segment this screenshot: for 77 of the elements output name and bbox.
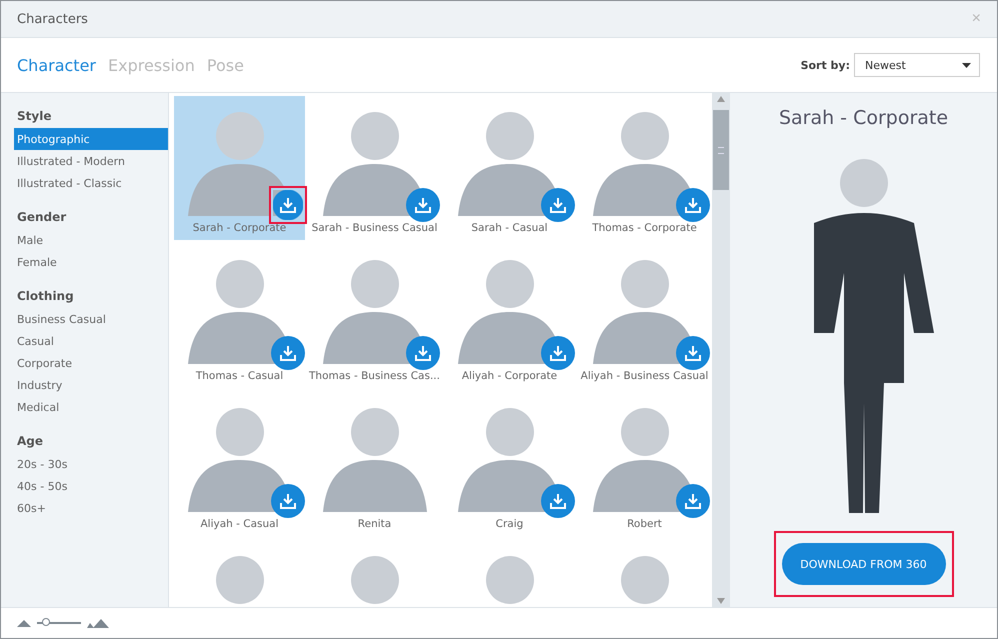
filter-heading: Age bbox=[16, 433, 44, 450]
sort-label: Sort by: bbox=[800, 58, 850, 72]
filter-item[interactable]: Casual bbox=[1, 330, 168, 352]
filter-heading: Gender bbox=[16, 209, 68, 226]
download-icon bbox=[550, 197, 566, 213]
character-card[interactable]: Sarah - Business Casual bbox=[309, 96, 440, 240]
filter-heading: Style bbox=[16, 108, 52, 125]
filter-item[interactable]: Business Casual bbox=[1, 308, 168, 330]
character-name: Aliyah - Corporate bbox=[462, 370, 558, 382]
slider-thumb[interactable] bbox=[42, 618, 50, 626]
character-card[interactable]: Sarah - Casual bbox=[444, 96, 575, 240]
download-icon bbox=[550, 345, 566, 361]
download-button[interactable] bbox=[676, 336, 710, 370]
filter-item[interactable]: 20s - 30s bbox=[1, 453, 168, 475]
scroll-down-icon[interactable] bbox=[717, 598, 725, 604]
filter-item[interactable]: Medical bbox=[1, 396, 168, 418]
download-icon bbox=[685, 345, 701, 361]
filter-item[interactable]: Photographic bbox=[14, 128, 168, 150]
download-button[interactable] bbox=[271, 336, 305, 370]
filter-item[interactable]: Female bbox=[1, 251, 168, 273]
small-mountain-icon bbox=[17, 620, 31, 626]
filter-item[interactable]: 40s - 50s bbox=[1, 475, 168, 497]
character-card[interactable]: Thomas - Corporate bbox=[579, 96, 710, 240]
download-icon bbox=[280, 345, 296, 361]
character-name: Renita bbox=[358, 518, 392, 530]
download-icon bbox=[685, 493, 701, 509]
filter-item[interactable]: 60s+ bbox=[1, 497, 168, 519]
download-button[interactable] bbox=[541, 188, 575, 222]
filter-item[interactable]: Illustrated - Modern bbox=[1, 150, 168, 172]
character-card[interactable]: Craig bbox=[444, 392, 575, 536]
character-card[interactable]: Aliyah - Casual bbox=[174, 392, 305, 536]
preview-title: Sarah - Corporate bbox=[778, 107, 948, 129]
download-button[interactable] bbox=[541, 336, 575, 370]
character-card[interactable]: Robert bbox=[579, 392, 710, 536]
character-card[interactable]: Aliyah - Corporate bbox=[444, 244, 575, 388]
scrollbar-thumb[interactable] bbox=[713, 110, 729, 190]
character-card[interactable]: Thomas - Casual bbox=[174, 244, 305, 388]
download-icon bbox=[685, 197, 701, 213]
character-name: Sarah - Business Casual bbox=[312, 222, 438, 234]
filter-heading: Clothing bbox=[16, 288, 75, 305]
filter-item[interactable]: Illustrated - Classic bbox=[1, 172, 168, 194]
character-card[interactable]: Renita bbox=[309, 392, 440, 536]
character-name: Thomas - Corporate bbox=[592, 222, 697, 234]
download-button[interactable] bbox=[541, 484, 575, 518]
character-name: Sarah - Casual bbox=[471, 222, 548, 234]
character-card[interactable]: Aliyah - Business Casual bbox=[579, 244, 710, 388]
window-title: Characters bbox=[17, 12, 88, 26]
download-icon bbox=[415, 345, 431, 361]
character-name: Thomas - Business Cas... bbox=[309, 370, 440, 382]
character-name: Craig bbox=[496, 518, 524, 530]
character-name: Aliyah - Business Casual bbox=[580, 370, 708, 382]
download-button[interactable] bbox=[676, 484, 710, 518]
scrollbar[interactable] bbox=[712, 93, 730, 607]
download-button[interactable] bbox=[406, 336, 440, 370]
download-button[interactable] bbox=[271, 188, 305, 222]
download-icon bbox=[415, 197, 431, 213]
download-button[interactable] bbox=[271, 484, 305, 518]
filter-item[interactable]: Male bbox=[1, 229, 168, 251]
filter-item[interactable]: Industry bbox=[1, 374, 168, 396]
scroll-up-icon[interactable] bbox=[717, 96, 725, 102]
character-card[interactable]: Thomas - Business Cas... bbox=[309, 244, 440, 388]
download-button[interactable] bbox=[676, 188, 710, 222]
download-button[interactable] bbox=[406, 188, 440, 222]
character-name: Thomas - Casual bbox=[196, 370, 284, 382]
caret-icon bbox=[962, 62, 971, 68]
download-from-360-button[interactable]: DOWNLOAD FROM 360 bbox=[782, 543, 946, 585]
tab[interactable]: Character bbox=[17, 56, 96, 74]
download-icon bbox=[280, 493, 296, 509]
filter-item[interactable]: Corporate bbox=[1, 352, 168, 374]
character-name: Sarah - Corporate bbox=[192, 222, 286, 234]
download-icon bbox=[550, 493, 566, 509]
character-name: Aliyah - Casual bbox=[200, 518, 279, 530]
sort-dropdown[interactable]: Newest bbox=[854, 53, 980, 77]
character-card[interactable]: Sarah - Corporate bbox=[174, 96, 305, 240]
character-name: Robert bbox=[627, 518, 662, 530]
download-icon bbox=[280, 197, 296, 213]
large-mountain-icon bbox=[87, 618, 109, 628]
